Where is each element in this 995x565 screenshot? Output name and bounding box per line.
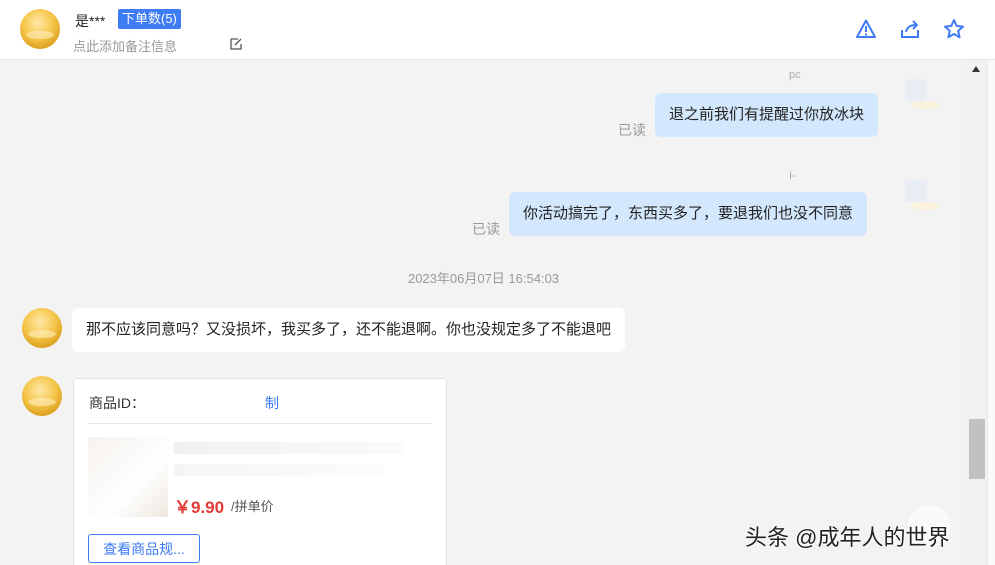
chat-header: 是*** 下单数(5) 点此添加备注信息 <box>0 0 995 60</box>
read-status: 已读 <box>618 122 646 138</box>
sender-label: I- <box>789 170 796 182</box>
product-id: 商品ID： 制 <box>89 393 279 413</box>
view-specs-button[interactable]: 查看商品规... <box>88 534 200 563</box>
contact-name: 是*** <box>75 13 106 29</box>
scrollbar-track[interactable] <box>967 60 987 565</box>
agent-avatar <box>905 79 939 109</box>
product-title-blurred <box>174 464 384 476</box>
scrollbar-thumb[interactable] <box>969 419 985 479</box>
product-card[interactable]: 商品ID： 制 ￥9.90 /拼单价 查看商品规... <box>73 378 447 565</box>
contact-avatar <box>22 376 62 416</box>
product-id-label: 商品ID： <box>89 395 145 411</box>
warning-icon[interactable] <box>855 18 877 40</box>
contact-avatar <box>22 308 62 348</box>
chat-message-area[interactable]: pc 已读 退之前我们有提醒过你放冰块 I- 已读 你活动搞完了，东西买多了，要… <box>0 60 967 565</box>
product-title-blurred <box>174 442 404 454</box>
edit-icon[interactable] <box>229 37 243 51</box>
received-message[interactable]: 那不应该同意吗？又没损坏，我买多了，还不能退啊。你也没规定多了不能退吧 <box>72 308 626 352</box>
agent-avatar <box>905 180 939 210</box>
product-thumbnail[interactable] <box>88 437 168 517</box>
sender-label: pc <box>789 69 801 81</box>
contact-avatar[interactable] <box>20 9 60 49</box>
product-price: ￥9.90 <box>174 498 225 517</box>
remark-input[interactable]: 点此添加备注信息 <box>73 36 177 55</box>
share-icon[interactable] <box>899 18 921 40</box>
sent-message[interactable]: 你活动搞完了，东西买多了，要退我们也没不同意 <box>509 192 868 236</box>
watermark: 头条 @成年人的世界 <box>745 525 950 550</box>
order-count-badge[interactable]: 下单数(5) <box>118 9 181 29</box>
divider <box>88 423 432 424</box>
read-status: 已读 <box>472 221 500 237</box>
scroll-up-icon[interactable] <box>972 66 980 72</box>
window-edge <box>987 60 995 565</box>
sent-message[interactable]: 退之前我们有提醒过你放冰块 <box>655 93 879 137</box>
message-timestamp: 2023年06月07日 16:54:03 <box>407 271 560 286</box>
star-icon[interactable] <box>943 18 965 40</box>
product-id-value[interactable]: 制 <box>265 395 279 411</box>
price-unit: /拼单价 <box>231 499 274 514</box>
